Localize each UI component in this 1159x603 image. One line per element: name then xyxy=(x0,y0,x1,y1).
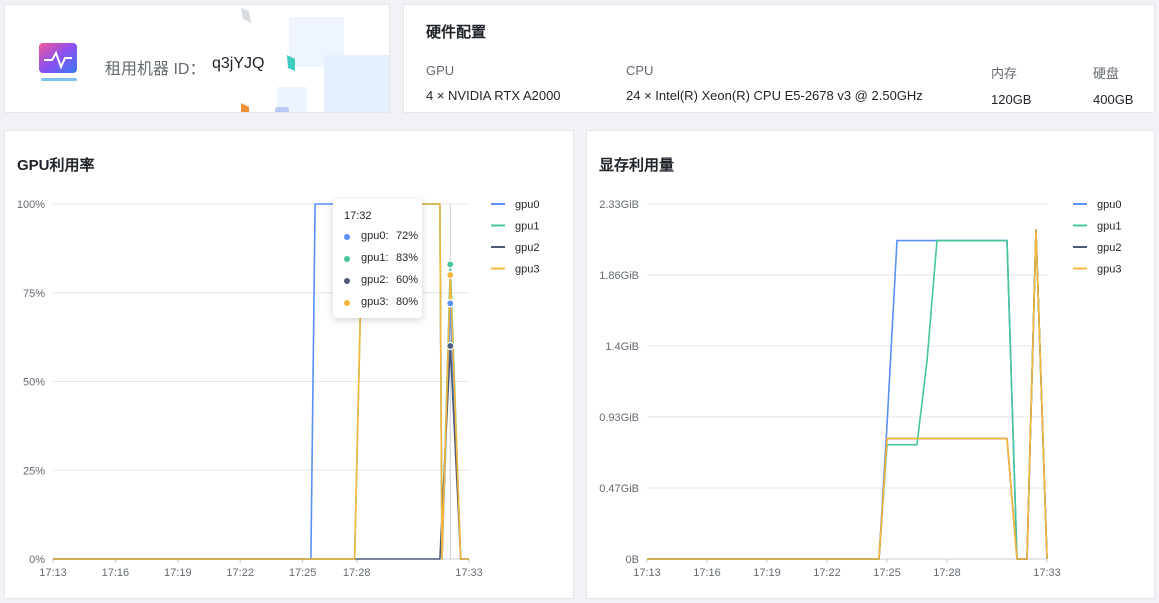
y-tick-label: 25% xyxy=(23,465,45,477)
legend-label: gpu0 xyxy=(1097,199,1121,211)
series-dot-icon xyxy=(344,278,350,284)
hover-point-gpu0 xyxy=(446,299,455,308)
machine-id-label: 租用机器 ID： xyxy=(105,61,206,78)
series-line-gpu2 xyxy=(53,345,469,560)
hw-cpu-value: 24 × Intel(R) Xeon(R) CPU E5-2678 v3 @ 2… xyxy=(626,88,923,103)
legend-label: gpu2 xyxy=(515,242,539,254)
x-tick-label: 17:13 xyxy=(39,567,67,579)
hw-gpu-label: GPU xyxy=(426,63,455,78)
y-tick-label: 0.93GiB xyxy=(599,412,639,424)
tooltip-row: gpu3: 80% xyxy=(344,296,418,310)
tooltip-series-value: 60% xyxy=(395,274,418,286)
hw-memory-value: 120GB xyxy=(991,92,1032,107)
series-line-gpu2 xyxy=(647,229,1048,560)
memory-usage-chart[interactable]: 0B 0.47GiB 0.93GiB 1.4GiB 1.86GiB 2.33GiB 17:1… xyxy=(587,131,1154,598)
series-line-gpu0 xyxy=(647,229,1048,560)
hw-memory-label: 内存 xyxy=(991,66,1018,81)
x-tick-label: 17:22 xyxy=(813,567,841,579)
y-tick-label: 1.86GiB xyxy=(599,270,639,282)
x-tick-label: 17:13 xyxy=(633,567,661,579)
hw-disk-label: 硬盘 xyxy=(1093,66,1120,81)
hw-gpu: GPU 4 × NVIDIA RTX A2000 xyxy=(426,63,561,103)
hw-disk: 硬盘 400GB xyxy=(1093,63,1133,107)
x-tick-label: 17:19 xyxy=(753,567,781,579)
hw-disk-value: 400GB xyxy=(1093,92,1134,107)
legend-label: gpu3 xyxy=(1097,264,1121,276)
y-tick-label: 0.47GiB xyxy=(599,483,639,495)
machine-card: 租用机器 ID： q3jYJQ xyxy=(4,4,390,113)
y-tick-label: 2.33GiB xyxy=(599,199,639,211)
series-dot-icon xyxy=(344,234,350,240)
tooltip-series-value: 72% xyxy=(395,230,418,242)
y-tick-label: 1.4GiB xyxy=(605,341,639,353)
x-tick-label: 17:33 xyxy=(455,567,483,579)
monitor-icon xyxy=(39,43,77,81)
tooltip-series-name: gpu2: xyxy=(361,274,389,286)
x-tick-label: 17:22 xyxy=(226,567,254,579)
x-tick-label: 17:25 xyxy=(289,567,317,579)
series-dot-icon xyxy=(344,256,350,262)
tooltip-series-name: gpu0: xyxy=(361,230,389,242)
series-line-gpu1 xyxy=(647,229,1048,560)
x-tick-label: 17:25 xyxy=(873,567,901,579)
legend-label: gpu2 xyxy=(1097,242,1121,254)
hardware-title: 硬件配置 xyxy=(426,24,487,41)
tooltip-time: 17:32 xyxy=(344,210,372,222)
tooltip-series-name: gpu3: xyxy=(361,296,389,308)
hover-point-gpu3 xyxy=(446,270,455,280)
legend-label: gpu1 xyxy=(515,221,539,233)
hw-cpu-label: CPU xyxy=(626,63,654,78)
tooltip-row: gpu1: 83% xyxy=(344,252,418,266)
x-tick-label: 17:28 xyxy=(343,567,371,579)
series-line-gpu3 xyxy=(647,229,1048,560)
gpu-utilization-card: GPU利用率 0% 25% 50% 75% 100% 17:13 17:16 17:19 17:… xyxy=(4,130,574,599)
x-tick-label: 17:28 xyxy=(933,567,961,579)
y-tick-label: 0B xyxy=(626,554,639,566)
hw-memory: 内存 120GB xyxy=(991,63,1031,107)
gpu-utilization-chart[interactable]: 0% 25% 50% 75% 100% 17:13 17:16 17:19 17:22 17:25… xyxy=(5,131,573,598)
y-tick-label: 0% xyxy=(29,554,45,566)
tooltip-series-name: gpu1: xyxy=(361,252,389,264)
hw-gpu-value: 4 × NVIDIA RTX A2000 xyxy=(426,88,561,103)
x-tick-label: 17:16 xyxy=(693,567,721,579)
y-tick-label: 75% xyxy=(23,288,45,300)
hardware-card: 硬件配置 GPU 4 × NVIDIA RTX A2000 CPU 24 × I… xyxy=(403,4,1155,113)
tooltip-series-value: 83% xyxy=(395,252,418,264)
x-tick-label: 17:16 xyxy=(102,567,130,579)
machine-id-value: q3jYJQ xyxy=(212,55,265,72)
legend-label: gpu1 xyxy=(1097,221,1121,233)
x-tick-label: 17:19 xyxy=(164,567,192,579)
series-dot-icon xyxy=(344,300,350,306)
legend-label: gpu0 xyxy=(515,199,539,211)
tooltip-row: gpu2: 60% xyxy=(344,274,418,288)
tooltip-row: gpu0: 72% xyxy=(344,230,418,244)
x-tick-label: 17:33 xyxy=(1033,567,1061,579)
hover-point-gpu2 xyxy=(446,341,455,351)
legend-label: gpu3 xyxy=(515,264,539,276)
hw-cpu: CPU 24 × Intel(R) Xeon(R) CPU E5-2678 v3… xyxy=(626,63,923,103)
hover-point-gpu1 xyxy=(446,260,455,269)
tooltip-series-value: 80% xyxy=(395,296,418,308)
memory-usage-card: 显存利用量 0B 0.47GiB 0.93GiB 1.4GiB 1.86GiB 2.33G… xyxy=(586,130,1155,599)
y-tick-label: 100% xyxy=(17,199,45,211)
y-tick-label: 50% xyxy=(23,377,45,389)
chart-tooltip: 17:32 gpu0: 72% gpu1: 83% gpu2: 60% gpu3… xyxy=(333,199,422,318)
